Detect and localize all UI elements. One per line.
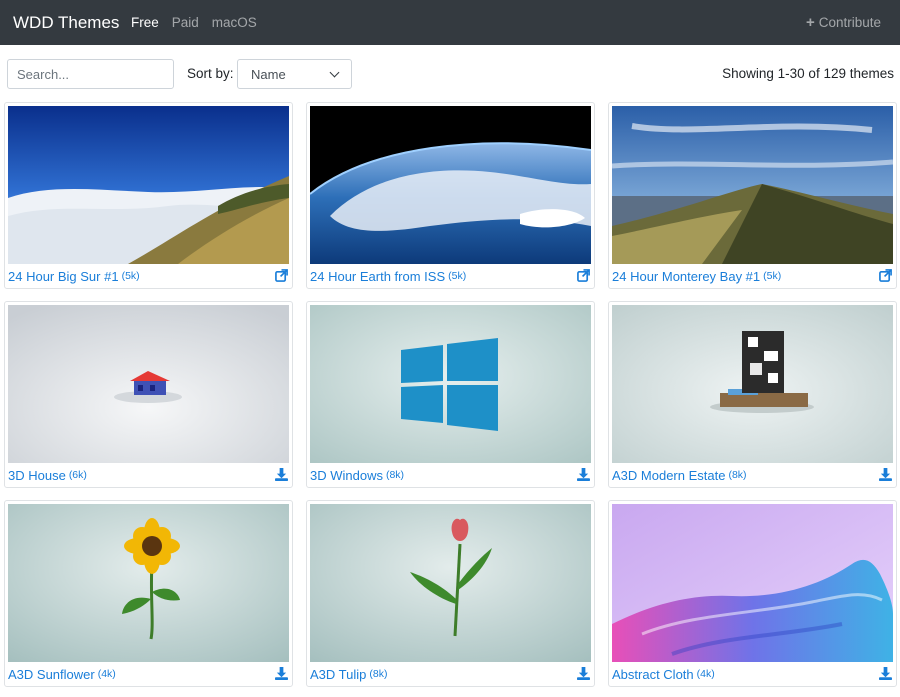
theme-size: (5k) xyxy=(121,270,140,282)
theme-caption: 24 Hour Earth from ISS (5k) xyxy=(310,266,591,286)
theme-title[interactable]: 3D Windows xyxy=(310,468,383,483)
theme-caption: 24 Hour Monterey Bay #1 (5k) xyxy=(612,266,893,286)
nav-links: Free Paid macOS xyxy=(131,14,270,32)
external-link-icon[interactable] xyxy=(879,269,892,282)
contribute-label: Contribute xyxy=(818,15,881,30)
chevron-down-icon xyxy=(329,67,340,77)
theme-size: (8k) xyxy=(728,469,747,481)
theme-caption: 3D House (6k) xyxy=(8,465,289,485)
theme-title[interactable]: Abstract Cloth xyxy=(612,667,694,682)
theme-size: (8k) xyxy=(369,668,388,680)
theme-thumbnail[interactable] xyxy=(612,305,893,463)
download-icon[interactable] xyxy=(275,468,288,481)
theme-thumbnail[interactable] xyxy=(612,504,893,662)
theme-caption: 24 Hour Big Sur #1 (5k) xyxy=(8,266,289,286)
theme-title[interactable]: 3D House xyxy=(8,468,66,483)
download-icon[interactable] xyxy=(879,468,892,481)
theme-thumbnail[interactable] xyxy=(612,106,893,264)
download-icon[interactable] xyxy=(275,667,288,680)
theme-thumbnail[interactable] xyxy=(8,504,289,662)
theme-title[interactable]: A3D Modern Estate xyxy=(612,468,725,483)
theme-card: 24 Hour Earth from ISS (5k) xyxy=(306,102,595,289)
theme-title[interactable]: 24 Hour Big Sur #1 xyxy=(8,269,119,284)
theme-card: 3D House (6k) xyxy=(4,301,293,488)
theme-thumbnail[interactable] xyxy=(8,106,289,264)
search-input[interactable] xyxy=(7,59,174,89)
sort-value: Name xyxy=(251,66,286,82)
theme-size: (6k) xyxy=(68,469,87,481)
theme-title[interactable]: 24 Hour Monterey Bay #1 xyxy=(612,269,760,284)
nav-link-macos[interactable]: macOS xyxy=(212,14,257,32)
sort-label: Sort by: xyxy=(187,66,234,81)
theme-card: A3D Sunflower (4k) xyxy=(4,500,293,687)
theme-size: (4k) xyxy=(97,668,116,680)
theme-title[interactable]: A3D Tulip xyxy=(310,667,366,682)
theme-title[interactable]: A3D Sunflower xyxy=(8,667,95,682)
external-link-icon[interactable] xyxy=(577,269,590,282)
theme-card: 24 Hour Big Sur #1 (5k) xyxy=(4,102,293,289)
theme-thumbnail[interactable] xyxy=(310,305,591,463)
theme-card: 24 Hour Monterey Bay #1 (5k) xyxy=(608,102,897,289)
external-link-icon[interactable] xyxy=(275,269,288,282)
theme-size: (8k) xyxy=(385,469,405,481)
plus-icon: + xyxy=(805,14,815,31)
theme-caption: A3D Sunflower (4k) xyxy=(8,664,289,684)
theme-caption: A3D Modern Estate (8k) xyxy=(612,465,893,485)
theme-caption: 3D Windows (8k) xyxy=(310,465,591,485)
theme-size: (5k) xyxy=(763,270,782,282)
theme-title[interactable]: 24 Hour Earth from ISS xyxy=(310,269,445,284)
theme-thumbnail[interactable] xyxy=(310,106,591,264)
nav-link-free[interactable]: Free xyxy=(131,14,159,32)
nav-link-paid[interactable]: Paid xyxy=(172,14,199,32)
theme-caption: A3D Tulip (8k) xyxy=(310,664,591,684)
theme-size: (5k) xyxy=(448,270,467,282)
results-count: Showing 1-30 of 129 themes xyxy=(722,66,894,81)
theme-thumbnail[interactable] xyxy=(310,504,591,662)
brand-title[interactable]: WDD Themes xyxy=(13,12,119,34)
theme-size: (4k) xyxy=(696,668,715,680)
contribute-link[interactable]: + Contribute xyxy=(806,14,881,32)
sort-select[interactable]: Name xyxy=(237,59,352,89)
download-icon[interactable] xyxy=(577,468,590,481)
navbar: WDD Themes Free Paid macOS + Contribute xyxy=(0,0,900,45)
download-icon[interactable] xyxy=(577,667,590,680)
download-icon[interactable] xyxy=(879,667,892,680)
theme-thumbnail[interactable] xyxy=(8,305,289,463)
theme-card: 3D Windows (8k) xyxy=(306,301,595,488)
theme-card: A3D Modern Estate (8k) xyxy=(608,301,897,488)
theme-card: Abstract Cloth (4k) xyxy=(608,500,897,687)
theme-card: A3D Tulip (8k) xyxy=(306,500,595,687)
theme-caption: Abstract Cloth (4k) xyxy=(612,664,893,684)
